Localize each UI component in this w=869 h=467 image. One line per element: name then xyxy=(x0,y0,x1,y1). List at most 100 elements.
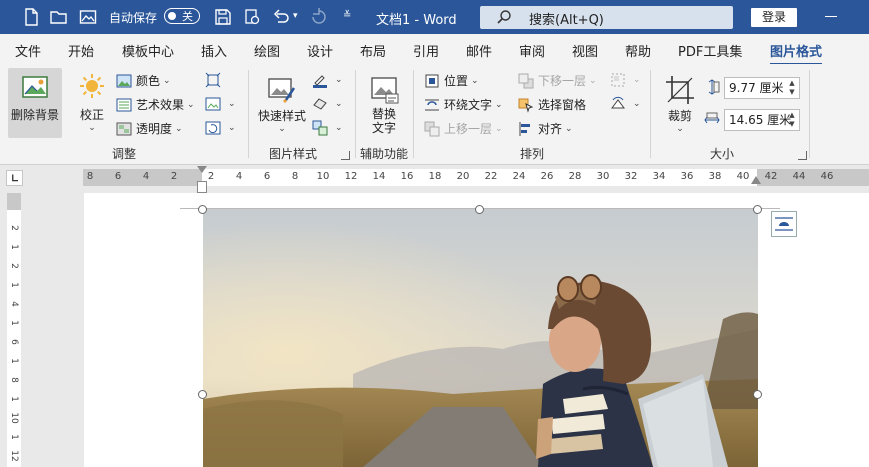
tab-insert[interactable]: 插入 xyxy=(201,41,227,60)
width-value: 14.65 厘米 xyxy=(729,113,792,127)
undo-icon[interactable] xyxy=(272,8,290,26)
width-spinner-icon[interactable]: ▲ ▼ xyxy=(787,111,797,129)
adjust-group-label: 调整 xyxy=(112,147,137,161)
height-input[interactable]: 9.77 厘米 ▲ ▼ xyxy=(724,77,800,99)
corrections-label: 校正 xyxy=(79,108,104,122)
new-document-icon[interactable] xyxy=(22,8,40,26)
ruler-tick-label: 1 xyxy=(9,358,19,364)
picture-icon[interactable] xyxy=(79,8,97,26)
ruler-tick-label: 2 xyxy=(9,225,19,231)
height-spinner-icon[interactable]: ▲ ▼ xyxy=(787,79,797,97)
tab-design[interactable]: 设计 xyxy=(307,41,333,60)
quick-styles-icon xyxy=(266,74,298,106)
group-divider xyxy=(355,70,356,158)
align-button[interactable]: 对齐 ⌄ xyxy=(518,120,573,137)
tab-view[interactable]: 视图 xyxy=(572,41,598,60)
tab-file[interactable]: 文件 xyxy=(15,41,41,60)
picture-layout-button[interactable]: ⌄ xyxy=(312,120,343,136)
undo-dropdown-icon[interactable]: ▾ xyxy=(293,11,301,29)
alt-text-label-line2: 文字 xyxy=(371,121,396,135)
document-title: 文档1 - Word xyxy=(376,13,457,28)
ruler-tick-label: 36 xyxy=(680,171,694,182)
reset-picture-button[interactable]: ⌄ xyxy=(205,120,236,136)
picture-effects-button[interactable]: ⌄ xyxy=(312,96,343,112)
artistic-effects-button[interactable]: 艺术效果 ⌄ xyxy=(116,96,195,113)
toggle-knob xyxy=(168,11,176,20)
minimize-icon[interactable] xyxy=(825,16,837,17)
vertical-ruler[interactable]: 2 1 2 1 4 1 6 1 8 1 10 1 12 xyxy=(7,193,21,467)
resize-handle-top[interactable] xyxy=(475,205,484,214)
bring-forward-button: 上移一层 ⌄ xyxy=(424,120,503,137)
selected-picture[interactable] xyxy=(203,209,758,467)
color-button[interactable]: 颜色 ⌄ xyxy=(116,72,171,89)
ruler-tick-label: 12 xyxy=(9,450,19,462)
tab-help[interactable]: 帮助 xyxy=(625,41,651,60)
transparency-button[interactable]: 透明度 ⌄ xyxy=(116,120,183,137)
ruler-tick-label: 1 xyxy=(9,396,19,402)
change-picture-button[interactable]: ⌄ xyxy=(205,96,236,112)
wrap-text-button[interactable]: 环绕文字 ⌄ xyxy=(424,96,503,113)
ribbon: 删除背景 校正 ⌄ 颜色 ⌄ 艺术效果 ⌄ 透明度 ⌄ ⌄ ⌄ 调整 快速样式 ⌄ ⌄ xyxy=(0,64,869,165)
layout-options-button[interactable] xyxy=(771,211,797,237)
ruler-tick-label: 46 xyxy=(820,171,834,182)
tab-template-center[interactable]: 模板中心 xyxy=(122,41,174,60)
ruler-tick-label: 16 xyxy=(400,171,414,182)
color-label: 颜色 xyxy=(136,74,161,88)
width-input[interactable]: 14.65 厘米 ▲ ▼ xyxy=(724,109,800,131)
customize-qat-icon[interactable]: ≚ xyxy=(343,10,353,28)
wrap-text-icon xyxy=(425,99,439,110)
sun-icon xyxy=(76,72,108,104)
tab-review[interactable]: 审阅 xyxy=(519,41,545,60)
ruler-tick-label: 34 xyxy=(652,171,666,182)
picture-border-button[interactable]: ⌄ xyxy=(312,72,343,88)
compress-pictures-button[interactable] xyxy=(205,72,225,88)
tab-layout[interactable]: 布局 xyxy=(360,41,386,60)
tab-home[interactable]: 开始 xyxy=(68,41,94,60)
send-backward-label: 下移一层 xyxy=(538,74,587,88)
print-preview-icon[interactable] xyxy=(243,8,261,26)
open-folder-icon[interactable] xyxy=(50,8,68,26)
alt-text-button[interactable]: 替换 文字 xyxy=(362,74,406,135)
tab-picture-format[interactable]: 图片格式 xyxy=(770,41,823,65)
ruler-tick-label: 24 xyxy=(512,171,526,182)
remove-background-button[interactable]: 删除背景 xyxy=(9,72,61,123)
right-indent-icon[interactable] xyxy=(751,176,761,184)
quick-styles-button[interactable]: 快速样式 ⌄ xyxy=(256,74,308,134)
change-picture-icon xyxy=(205,97,221,111)
crop-icon xyxy=(664,74,696,106)
size-launcher-icon[interactable] xyxy=(798,151,807,160)
tab-draw[interactable]: 绘图 xyxy=(254,41,280,60)
tab-pdf-tools[interactable]: PDF工具集 xyxy=(678,41,742,60)
ruler-tick-label: 8 xyxy=(86,171,94,182)
height-value: 9.77 厘米 xyxy=(729,81,784,95)
tab-mailings[interactable]: 邮件 xyxy=(466,41,492,60)
resize-handle-right[interactable] xyxy=(753,390,762,399)
search-box[interactable]: 搜索(Alt+Q) xyxy=(480,6,733,29)
position-button[interactable]: 位置 ⌄ xyxy=(424,72,479,89)
selection-pane-button[interactable]: 选择窗格 xyxy=(518,96,586,113)
login-button[interactable]: 登录 xyxy=(751,8,797,27)
tab-selector-icon[interactable] xyxy=(6,170,23,186)
first-line-indent-icon[interactable] xyxy=(197,166,207,173)
resize-handle-top-right[interactable] xyxy=(753,205,762,214)
resize-handle-top-left[interactable] xyxy=(198,205,207,214)
ruler-tick-label: 26 xyxy=(540,171,554,182)
transparency-label: 透明度 xyxy=(136,122,173,136)
autosave-label: 自动保存 xyxy=(109,11,158,25)
picture-styles-launcher-icon[interactable] xyxy=(341,151,350,160)
rotate-button[interactable]: ⌄ xyxy=(610,96,641,112)
corrections-dropdown-icon: ⌄ xyxy=(88,123,96,133)
ruler-tick-label: 10 xyxy=(316,171,330,182)
compress-icon xyxy=(205,72,221,88)
autosave-toggle[interactable]: 关 xyxy=(164,8,200,24)
resize-handle-left[interactable] xyxy=(198,390,207,399)
left-indent-icon[interactable] xyxy=(197,181,207,193)
ruler-margin-top xyxy=(7,193,21,210)
crop-button[interactable]: 裁剪 ⌄ xyxy=(660,74,700,134)
tab-references[interactable]: 引用 xyxy=(413,41,439,60)
ruler-tick-label: 12 xyxy=(344,171,358,182)
corrections-button[interactable]: 校正 ⌄ xyxy=(72,72,112,133)
ruler-tick-label: 4 xyxy=(235,171,243,182)
group-objects-icon xyxy=(611,73,625,87)
save-icon[interactable] xyxy=(214,8,232,26)
